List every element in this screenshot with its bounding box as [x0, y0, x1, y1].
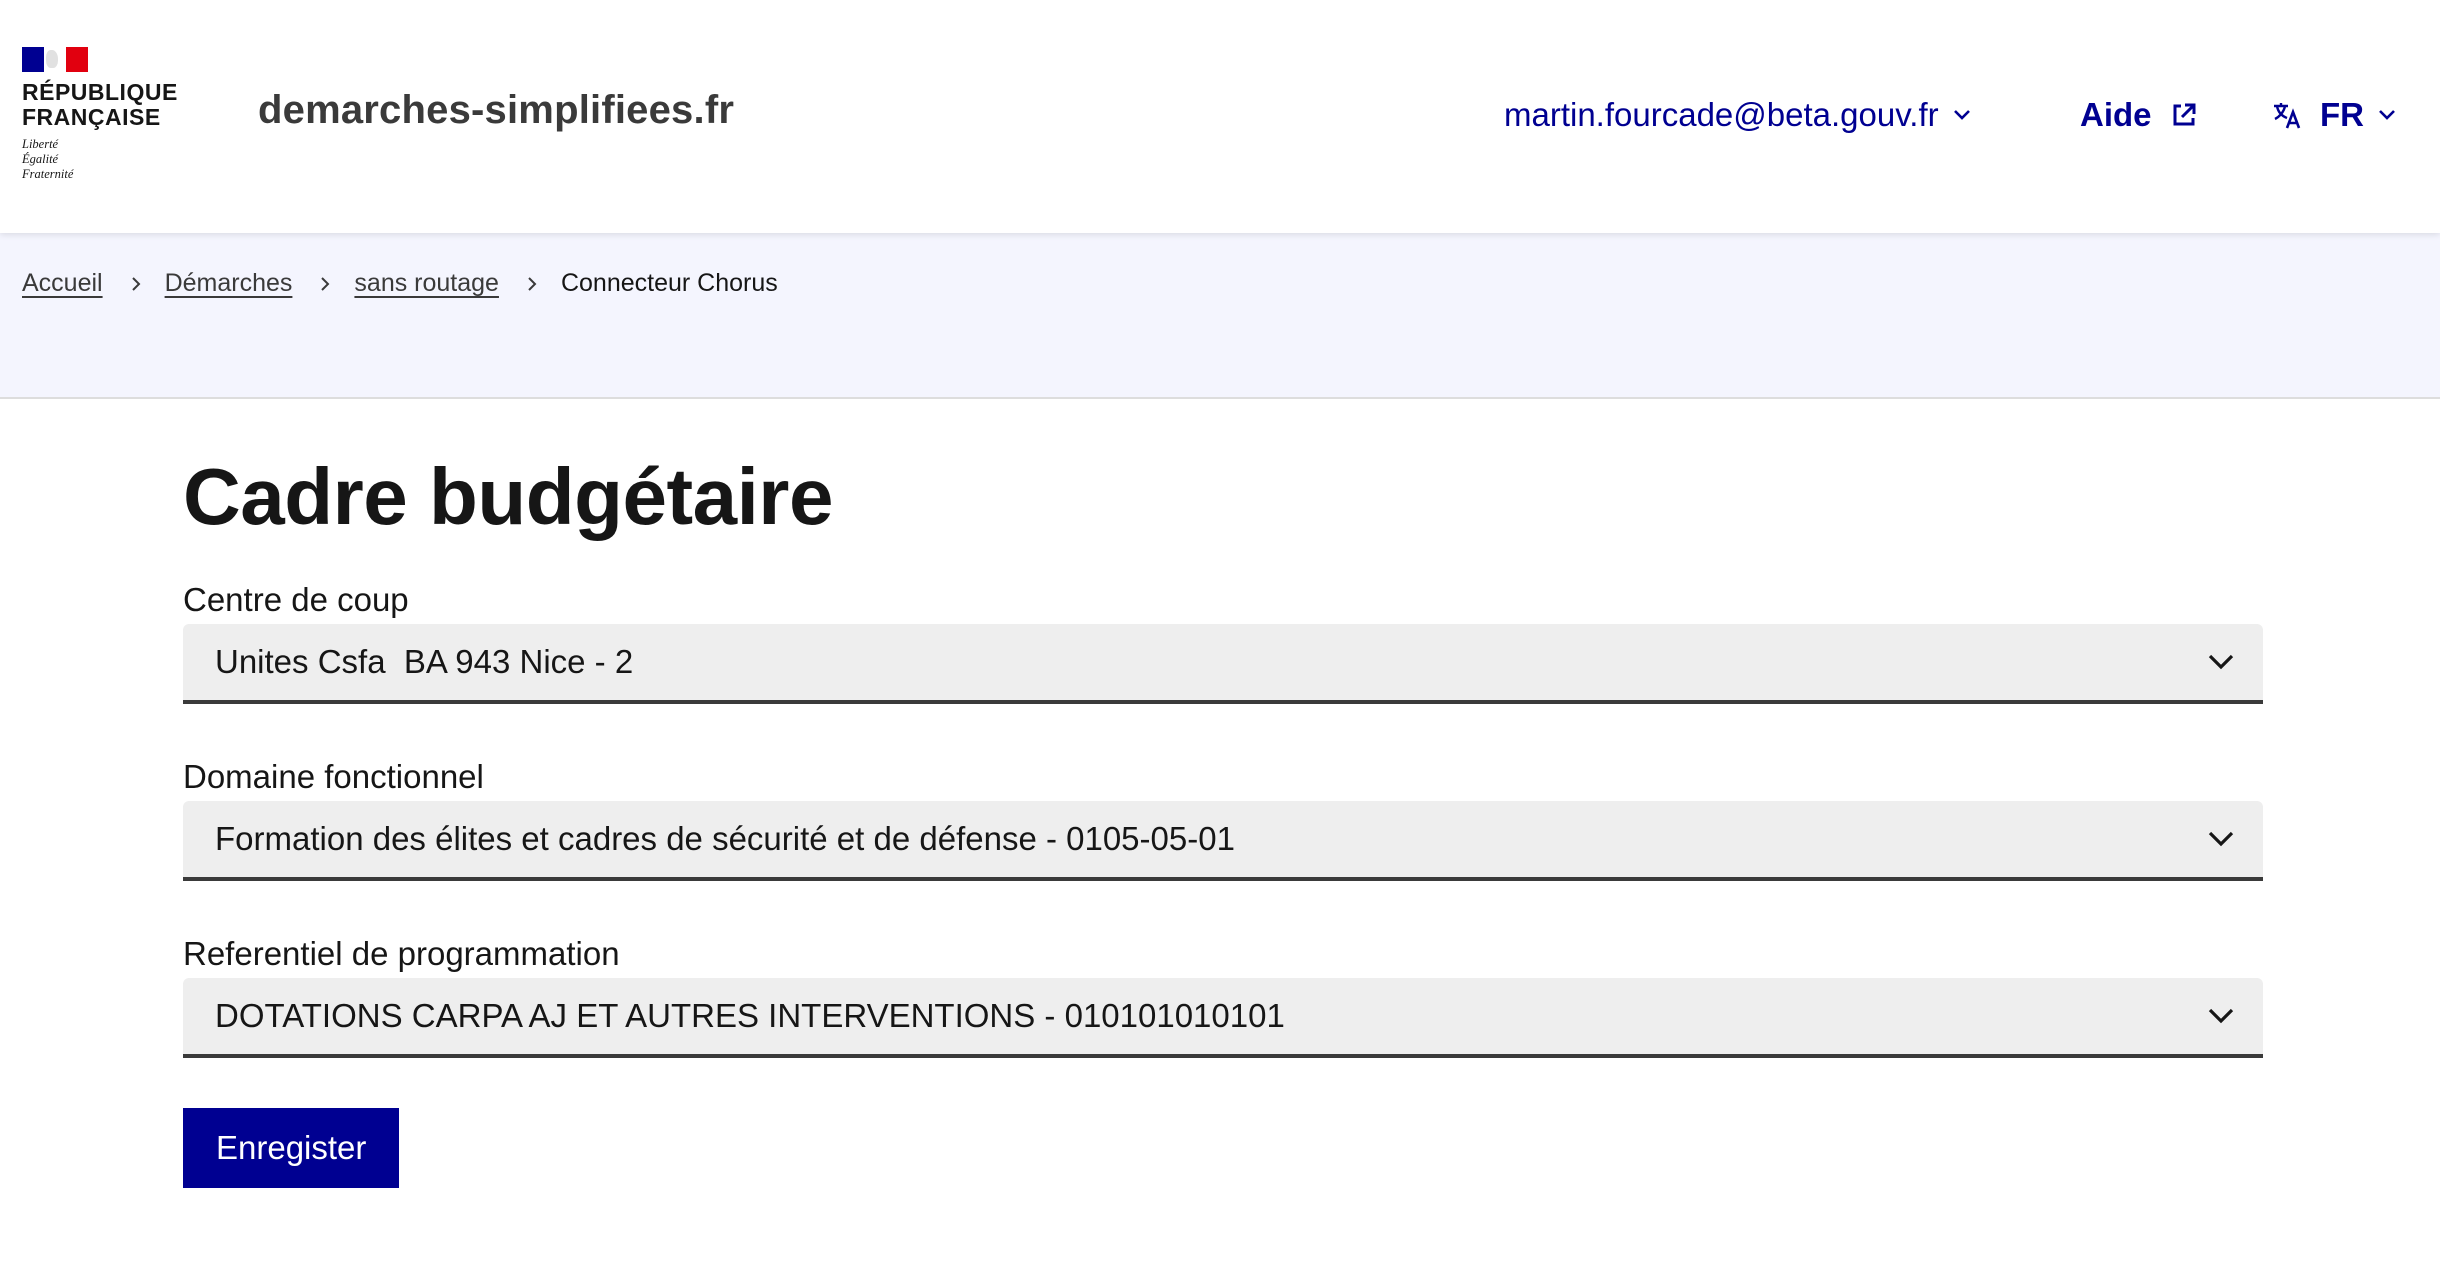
select-value: Unites Csfa BA 943 Nice - 2 [215, 643, 634, 680]
external-link-icon [2173, 103, 2196, 126]
field-centre-de-coup: Centre de coup Unites Csfa BA 943 Nice -… [183, 580, 2263, 704]
breadcrumb-item-procedure[interactable]: sans routage [354, 269, 499, 298]
domaine-fonctionnel-select[interactable]: Formation des élites et cadres de sécuri… [183, 801, 2263, 881]
motto-line3: Fraternité [22, 167, 74, 181]
field-referentiel-programmation: Referentiel de programmation DOTATIONS C… [183, 934, 2263, 1058]
user-menu-button[interactable]: martin.fourcade@beta.gouv.fr [1504, 96, 1971, 134]
centre-de-coup-select[interactable]: Unites Csfa BA 943 Nice - 2 [183, 624, 2263, 704]
site-name-link[interactable]: demarches-simplifiees.fr [258, 88, 734, 133]
chevron-down-icon [1953, 110, 1970, 120]
help-label: Aide [2080, 96, 2152, 133]
lang-label: FR [2320, 96, 2364, 133]
motto-line1: Liberté [22, 137, 59, 151]
gov-name-line1: RÉPUBLIQUE [22, 79, 178, 105]
gov-name-line2: FRANÇAISE [22, 104, 161, 130]
gov-name: RÉPUBLIQUE FRANÇAISE [22, 80, 192, 130]
motto-line2: Égalité [22, 152, 59, 166]
chevron-right-icon [528, 276, 537, 291]
chevron-down-icon [2208, 654, 2234, 670]
gov-motto: Liberté Égalité Fraternité [22, 137, 192, 182]
breadcrumb-item-accueil[interactable]: Accueil [22, 269, 103, 298]
select-value: DOTATIONS CARPA AJ ET AUTRES INTERVENTIO… [215, 997, 1285, 1034]
language-selector[interactable]: FR [2272, 96, 2396, 134]
field-domaine-fonctionnel: Domaine fonctionnel Formation des élites… [183, 757, 2263, 881]
chevron-right-icon [321, 276, 330, 291]
marianne-flag-icon [22, 47, 88, 72]
save-button[interactable]: Enregister [183, 1108, 400, 1188]
site-header: RÉPUBLIQUE FRANÇAISE Liberté Égalité Fra… [0, 0, 2440, 233]
breadcrumb-item-demarches[interactable]: Démarches [165, 269, 293, 298]
field-label: Referentiel de programmation [183, 935, 620, 972]
user-email: martin.fourcade@beta.gouv.fr [1504, 96, 1939, 133]
help-link[interactable]: Aide [2080, 96, 2198, 134]
select-value: Formation des élites et cadres de sécuri… [215, 820, 1235, 857]
chevron-right-icon [131, 276, 141, 291]
chevron-down-icon [2379, 110, 2395, 120]
page-title: Cadre budgétaire [183, 452, 833, 541]
breadcrumb-current: Connecteur Chorus [560, 269, 778, 297]
translate-icon [2274, 103, 2301, 129]
republique-francaise-logo[interactable]: RÉPUBLIQUE FRANÇAISE Liberté Égalité Fra… [22, 47, 192, 182]
breadcrumb-band: Accueil Démarches sans routage Connecteu… [0, 233, 2440, 399]
field-label: Centre de coup [183, 581, 409, 618]
referentiel-programmation-select[interactable]: DOTATIONS CARPA AJ ET AUTRES INTERVENTIO… [183, 978, 2263, 1058]
chevron-down-icon [2208, 1008, 2234, 1024]
breadcrumb: Accueil Démarches sans routage Connecteu… [22, 269, 778, 298]
chevron-down-icon [2208, 831, 2234, 847]
field-label: Domaine fonctionnel [183, 758, 484, 795]
